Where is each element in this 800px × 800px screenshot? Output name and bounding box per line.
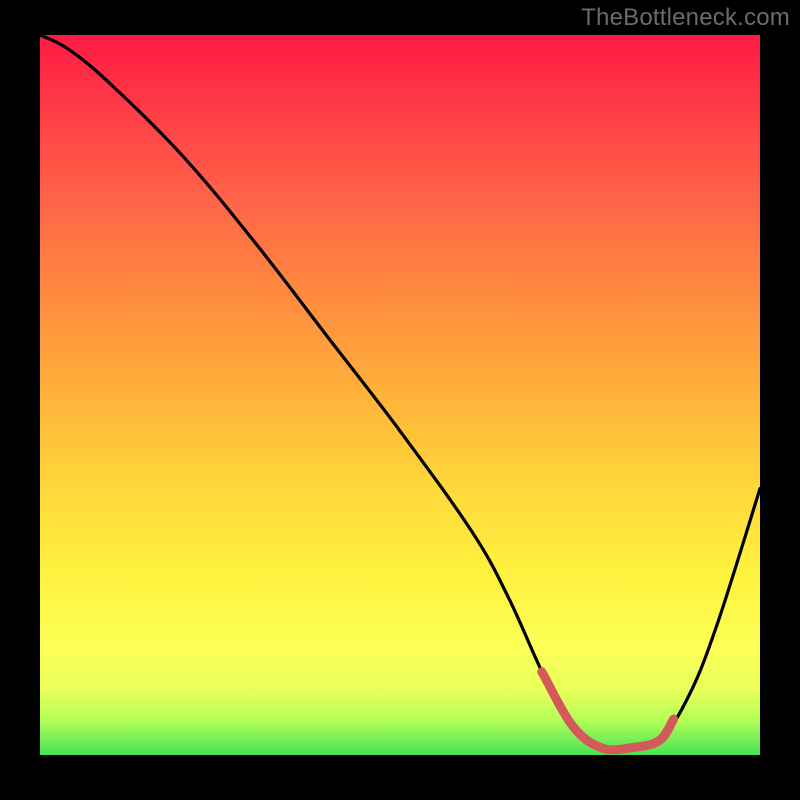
bottleneck-curve-highlight	[542, 672, 674, 750]
chart-frame: TheBottleneck.com	[0, 0, 800, 800]
chart-svg	[40, 35, 760, 755]
bottleneck-curve-path	[40, 35, 760, 750]
watermark-text: TheBottleneck.com	[581, 4, 790, 32]
